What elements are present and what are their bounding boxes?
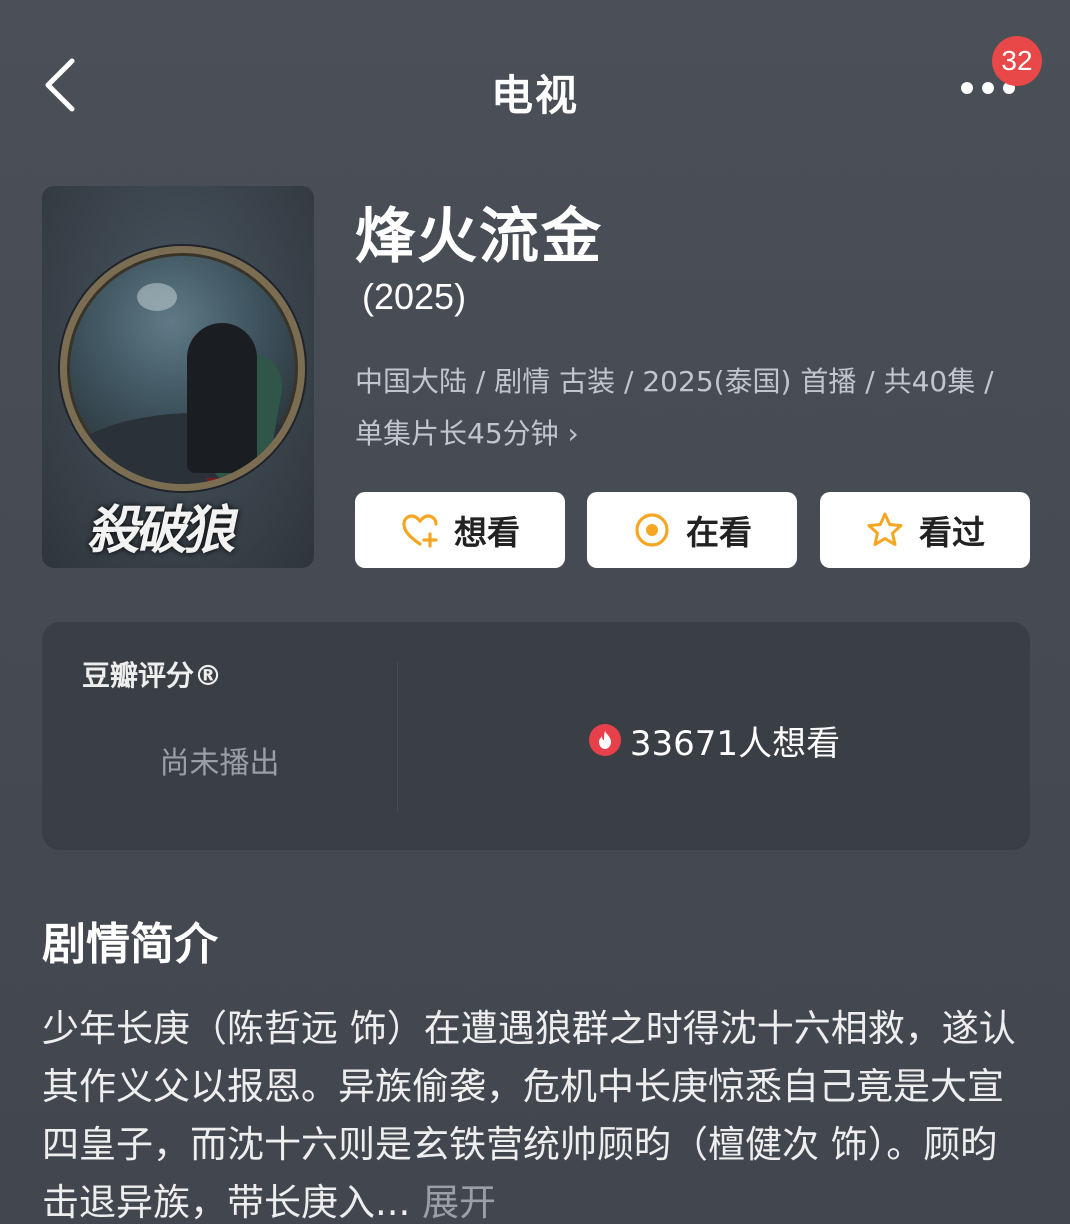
chevron-right-icon: › [567, 417, 579, 450]
synopsis-title: 剧情简介 [42, 919, 218, 970]
poster-figure [187, 323, 257, 473]
meta-text: 中国大陆 / 剧情 古装 / 2025(泰国) 首播 / 共40集 / 单集片长… [355, 365, 994, 450]
poster-artwork [60, 246, 305, 491]
poster-calligraphy: 殺破狼 [84, 500, 242, 561]
rating-status: 尚未播出 [159, 746, 280, 781]
show-poster[interactable]: 殺破狼 [42, 186, 314, 568]
wish-count-row: 33671人想看 [398, 718, 1030, 764]
notification-badge: 32 [992, 36, 1042, 86]
want-to-watch-button[interactable]: 想看 [355, 492, 565, 568]
more-dot [982, 82, 994, 94]
rating-card[interactable]: 豆瓣评分® 尚未播出 33671人想看 [42, 622, 1030, 850]
douban-rating-label: 豆瓣评分® [82, 659, 223, 692]
star-icon [867, 512, 903, 546]
expand-link[interactable]: 展开 [422, 1181, 496, 1224]
page-title: 电视 [490, 71, 579, 120]
poster-moon [137, 283, 177, 311]
show-year: (2025) [362, 276, 467, 317]
synopsis-text: 少年长庚（陈哲远 饰）在遭遇狼群之时得沈十六相救，遂认其作义父以报恩。异族偷袭，… [42, 1000, 1032, 1224]
watching-label: 在看 [686, 513, 752, 552]
watching-button[interactable]: 在看 [587, 492, 797, 568]
fire-icon [588, 724, 621, 756]
wish-count: 33671人想看 [629, 723, 841, 764]
more-dots-icon [961, 82, 973, 94]
synopsis-body: 少年长庚（陈哲远 饰）在遭遇狼群之时得沈十六相救，遂认其作义父以报恩。异族偷袭，… [42, 1007, 1016, 1224]
want-to-watch-label: 想看 [454, 513, 520, 552]
circle-dot-icon [635, 513, 669, 547]
action-buttons: 想看 在看 看过 [355, 492, 1030, 568]
heart-plus-icon [402, 514, 438, 548]
show-title: 烽火流金 [355, 202, 603, 272]
watched-label: 看过 [919, 513, 985, 552]
watched-button[interactable]: 看过 [820, 492, 1030, 568]
show-meta-info[interactable]: 中国大陆 / 剧情 古装 / 2025(泰国) 首播 / 共40集 / 单集片长… [355, 356, 1005, 460]
top-bar: 电视 32 [0, 0, 1070, 175]
